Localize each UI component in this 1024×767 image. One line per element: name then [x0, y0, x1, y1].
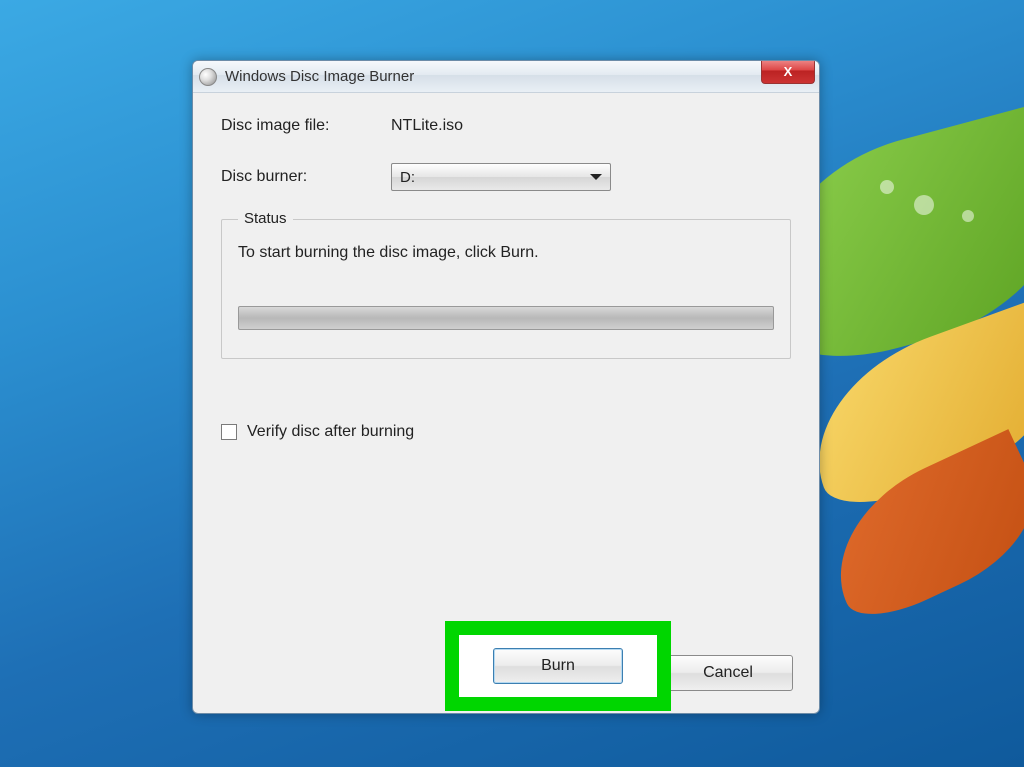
status-message: To start burning the disc image, click B…	[238, 244, 774, 262]
dialog-body: Disc image file: NTLite.iso Disc burner:…	[193, 93, 819, 457]
disc-burner-label: Disc burner:	[221, 168, 391, 186]
status-legend: Status	[238, 210, 293, 227]
disc-image-file-value: NTLite.iso	[391, 117, 791, 135]
burn-button-highlighted[interactable]: Burn	[493, 648, 623, 684]
titlebar[interactable]: Windows Disc Image Burner X	[193, 61, 819, 93]
progress-bar	[238, 306, 774, 330]
window-title: Windows Disc Image Burner	[225, 68, 414, 85]
chevron-down-icon	[590, 174, 602, 180]
close-button[interactable]: X	[761, 60, 815, 84]
close-icon: X	[784, 64, 793, 79]
disc-burner-dropdown[interactable]: D:	[391, 163, 611, 191]
disc-image-burner-dialog: Windows Disc Image Burner X Disc image f…	[192, 60, 820, 714]
verify-disc-checkbox[interactable]	[221, 424, 237, 440]
app-disc-icon	[199, 68, 217, 86]
verify-disc-label[interactable]: Verify disc after burning	[247, 423, 414, 441]
cancel-button[interactable]: Cancel	[663, 655, 793, 691]
disc-burner-selected-value: D:	[400, 169, 415, 186]
status-group: Status To start burning the disc image, …	[221, 219, 791, 359]
disc-image-file-label: Disc image file:	[221, 117, 391, 135]
